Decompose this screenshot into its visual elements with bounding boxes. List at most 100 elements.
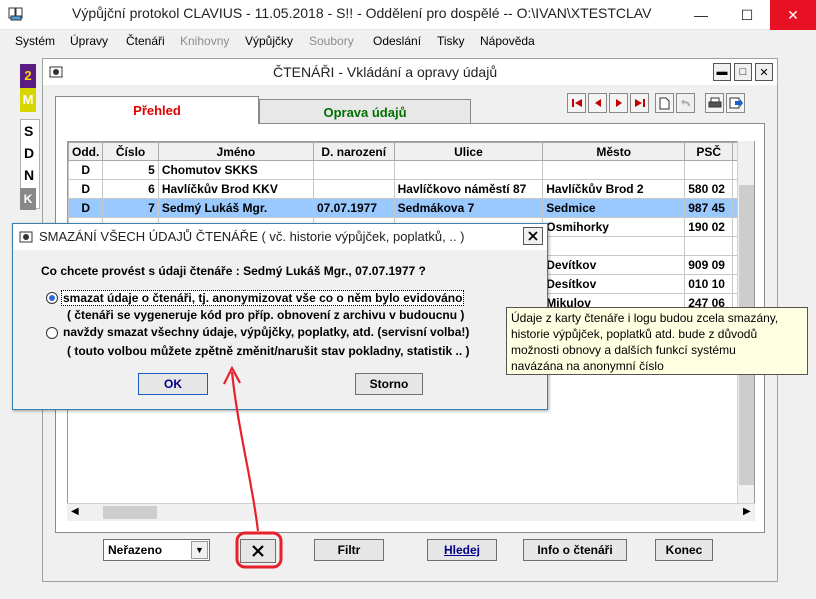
option-anonymize-radio[interactable] xyxy=(46,292,58,304)
column-header-mesto[interactable]: Město xyxy=(542,142,686,161)
cell-psc xyxy=(684,236,734,256)
option-delete-forever-note: ( touto volbou můžete zpětně změnit/naru… xyxy=(67,344,470,358)
undo-button[interactable] xyxy=(676,93,695,113)
child-maximize-button[interactable]: □ xyxy=(734,63,752,81)
window-title: Výpůjční protokol CLAVIUS - 11.05.2018 -… xyxy=(72,5,652,21)
dialog-question: Co chcete provést s údaji čtenáře : Sedm… xyxy=(41,264,426,278)
option-tooltip: Údaje z karty čtenáře i logu budou zcela… xyxy=(506,307,808,375)
tab-prehled[interactable]: Přehled xyxy=(55,96,259,124)
tooltip-line: možnosti obnovy a dalších funkcí systému xyxy=(511,343,736,357)
tab-oprava-udaju[interactable]: Oprava údajů xyxy=(259,99,471,124)
cell-mesto: Desítkov xyxy=(542,274,686,294)
previous-record-icon xyxy=(594,99,601,107)
column-header-jmeno[interactable]: Jméno xyxy=(157,142,314,161)
column-header-psc[interactable]: PSČ xyxy=(684,142,734,161)
sort-order-select[interactable]: Neřazeno ▼ xyxy=(103,539,210,561)
window-titlebar[interactable]: Výpůjční protokol CLAVIUS - 11.05.2018 -… xyxy=(0,0,816,30)
previous-record-button[interactable] xyxy=(588,93,607,113)
cell-psc xyxy=(684,160,734,180)
close-icon xyxy=(528,231,538,241)
cancel-button[interactable]: Storno xyxy=(355,373,423,395)
next-record-button[interactable] xyxy=(609,93,628,113)
option-anonymize-label[interactable]: smazat údaje o čtenáři, tj. anonymizovat… xyxy=(61,290,465,306)
child-minimize-button[interactable]: ▬ xyxy=(713,63,731,81)
cell-narozeni xyxy=(312,160,395,180)
table-horizontal-scrollbar[interactable]: ◀ ▶ xyxy=(67,503,755,521)
table-row[interactable]: D 5 Chomutov SKKS xyxy=(68,160,754,180)
option-delete-forever-label[interactable]: navždy smazat všechny údaje, výpůjčky, p… xyxy=(63,325,469,339)
chevron-down-icon[interactable]: ▼ xyxy=(191,541,208,559)
window-app-icon xyxy=(49,66,63,78)
search-button[interactable]: Hledej xyxy=(427,539,497,561)
new-page-icon xyxy=(659,97,670,109)
tooltip-line: navázána na anonymní číslo xyxy=(511,359,664,373)
delete-reader-button[interactable] xyxy=(240,539,276,563)
cell-narozeni xyxy=(312,179,395,199)
column-header-odd[interactable]: Odd. xyxy=(68,142,104,161)
window-maximize-button[interactable]: ☐ xyxy=(724,0,770,30)
cell-odd: D xyxy=(68,198,104,218)
column-header-narozeni[interactable]: D. narození xyxy=(312,142,395,161)
option-delete-forever-radio[interactable] xyxy=(46,327,58,339)
menu-system[interactable]: Systém xyxy=(15,34,55,48)
background-strip-yellow: M xyxy=(20,88,36,112)
new-record-button[interactable] xyxy=(655,93,674,113)
option-anonymize-note: ( čtenáři se vygeneruje kód pro příp. ob… xyxy=(67,308,465,322)
scroll-right-arrow-icon[interactable]: ▶ xyxy=(743,506,751,517)
cell-cislo: 5 xyxy=(102,160,159,180)
tooltip-line: Údaje z karty čtenáře i logu budou zcela… xyxy=(511,311,779,325)
table-header-row: Odd. Číslo Jméno D. narození Ulice Město… xyxy=(68,142,754,161)
horizontal-scroll-thumb[interactable] xyxy=(103,506,157,519)
export-arrow-icon xyxy=(729,97,743,109)
dialog-title: SMAZÁNÍ VŠECH ÚDAJŮ ČTENÁŘE ( vč. histor… xyxy=(39,229,465,244)
last-record-icon xyxy=(634,99,645,107)
close-x-icon xyxy=(252,545,264,557)
export-button[interactable] xyxy=(726,93,745,113)
cell-cislo: 6 xyxy=(102,179,159,199)
scroll-left-arrow-icon[interactable]: ◀ xyxy=(71,506,79,517)
column-header-ulice[interactable]: Ulice xyxy=(393,142,544,161)
last-record-button[interactable] xyxy=(630,93,649,113)
menu-odeslani[interactable]: Odeslání xyxy=(373,34,421,48)
menu-upravy[interactable]: Úpravy xyxy=(70,34,108,48)
cell-ulice: Havlíčkovo náměstí 87 xyxy=(393,179,544,199)
table-row-selected[interactable]: D 7 Sedmý Lukáš Mgr. 07.07.1977 Sedmákov… xyxy=(68,198,754,218)
cell-odd: D xyxy=(68,179,104,199)
first-record-button[interactable] xyxy=(567,93,586,113)
end-button[interactable]: Konec xyxy=(655,539,713,561)
menu-soubory[interactable]: Soubory xyxy=(309,34,354,48)
menu-napoveda[interactable]: Nápověda xyxy=(480,34,535,48)
app-book-icon xyxy=(8,7,23,21)
cell-odd: D xyxy=(68,160,104,180)
cell-psc: 580 02 xyxy=(684,179,734,199)
undo-icon xyxy=(680,99,690,106)
menu-ctenari[interactable]: Čtenáři xyxy=(126,34,165,48)
ok-button[interactable]: OK xyxy=(138,373,208,395)
dialog-titlebar[interactable]: SMAZÁNÍ VŠECH ÚDAJŮ ČTENÁŘE ( vč. histor… xyxy=(13,224,547,250)
window-minimize-button[interactable]: — xyxy=(678,0,724,30)
background-letter: S xyxy=(24,123,34,139)
cell-mesto xyxy=(542,160,686,180)
cell-psc: 010 10 xyxy=(684,274,734,294)
print-button[interactable] xyxy=(705,93,724,113)
next-record-icon xyxy=(615,99,622,107)
dialog-app-icon xyxy=(19,231,33,243)
readers-window-titlebar[interactable]: ČTENÁŘI - Vkládání a opravy údajů ▬ □ ✕ xyxy=(43,59,777,85)
filter-button[interactable]: Filtr xyxy=(314,539,384,561)
cell-jmeno: Havlíčkův Brod KKV xyxy=(157,179,314,199)
column-header-cislo[interactable]: Číslo xyxy=(102,142,159,161)
reader-info-button[interactable]: Info o čtenáři xyxy=(523,539,627,561)
cell-jmeno: Sedmý Lukáš Mgr. xyxy=(157,198,314,218)
first-record-icon xyxy=(571,99,582,107)
table-row[interactable]: D 6 Havlíčkův Brod KKV Havlíčkovo náměst… xyxy=(68,179,754,199)
background-letter: N xyxy=(24,167,35,183)
menu-vypujcky[interactable]: Výpůjčky xyxy=(245,34,293,48)
menu-knihovny[interactable]: Knihovny xyxy=(180,34,229,48)
dialog-close-button[interactable] xyxy=(523,227,543,245)
child-close-button[interactable]: ✕ xyxy=(755,63,773,81)
cell-psc: 190 02 xyxy=(684,217,734,237)
cell-psc: 909 09 xyxy=(684,255,734,275)
menu-tisky[interactable]: Tisky xyxy=(437,34,465,48)
printer-icon xyxy=(708,97,721,108)
window-close-button[interactable]: ✕ xyxy=(770,0,816,30)
